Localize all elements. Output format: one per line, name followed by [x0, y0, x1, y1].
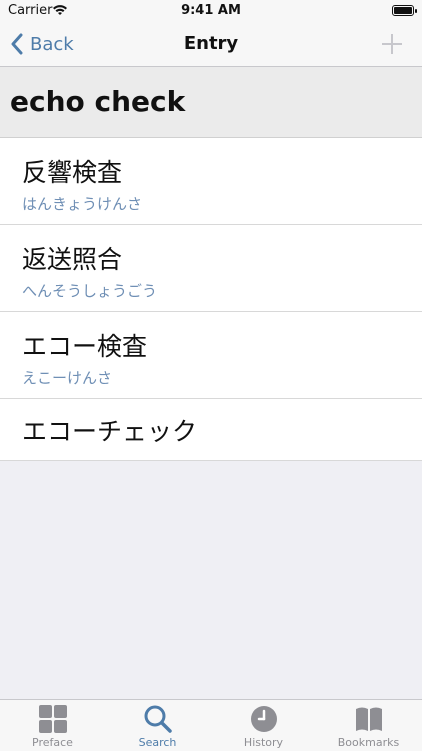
- battery-icon: [392, 5, 417, 16]
- tab-search[interactable]: Search: [105, 700, 210, 751]
- grid-icon: [38, 704, 68, 734]
- list-item[interactable]: エコーチェック: [0, 399, 422, 461]
- list-item[interactable]: エコー検査 えこーけんさ: [0, 312, 422, 399]
- translation-text: 返送照合: [22, 245, 123, 274]
- tab-label: Search: [138, 736, 177, 749]
- status-time: 9:41 AM: [181, 3, 241, 18]
- status-bar: Carrier 9:41 AM: [0, 0, 422, 22]
- list-item[interactable]: 反響検査 はんきょうけんさ: [0, 138, 422, 225]
- tab-bookmarks[interactable]: Bookmarks: [316, 700, 421, 751]
- translation-reading: はんきょうけんさ: [22, 195, 143, 213]
- tab-label: History: [243, 736, 284, 749]
- tab-bar: Preface Search History Bookmarks: [0, 699, 422, 751]
- tab-label: Bookmarks: [337, 736, 400, 749]
- entry-header: echo check: [0, 67, 422, 138]
- tab-preface[interactable]: Preface: [0, 700, 105, 751]
- navigation-bar: Back Entry: [0, 22, 422, 67]
- list-item[interactable]: 返送照合 へんそうしょうごう: [0, 225, 422, 312]
- translation-text: エコー検査: [22, 332, 148, 361]
- page-title: Entry: [183, 33, 239, 54]
- search-icon: [143, 704, 173, 734]
- translation-list: 反響検査 はんきょうけんさ 返送照合 へんそうしょうごう エコー検査 えこーけん…: [0, 138, 422, 461]
- translation-reading: えこーけんさ: [22, 369, 113, 387]
- translation-text: 反響検査: [22, 158, 123, 187]
- translation-reading: へんそうしょうごう: [22, 282, 158, 300]
- tab-history[interactable]: History: [211, 700, 316, 751]
- clock-icon: [249, 704, 279, 734]
- tab-label: Preface: [32, 736, 73, 749]
- entry-term: echo check: [10, 85, 186, 118]
- translation-text: エコーチェック: [22, 417, 198, 446]
- book-icon: [354, 704, 384, 734]
- add-icon[interactable]: [380, 32, 404, 56]
